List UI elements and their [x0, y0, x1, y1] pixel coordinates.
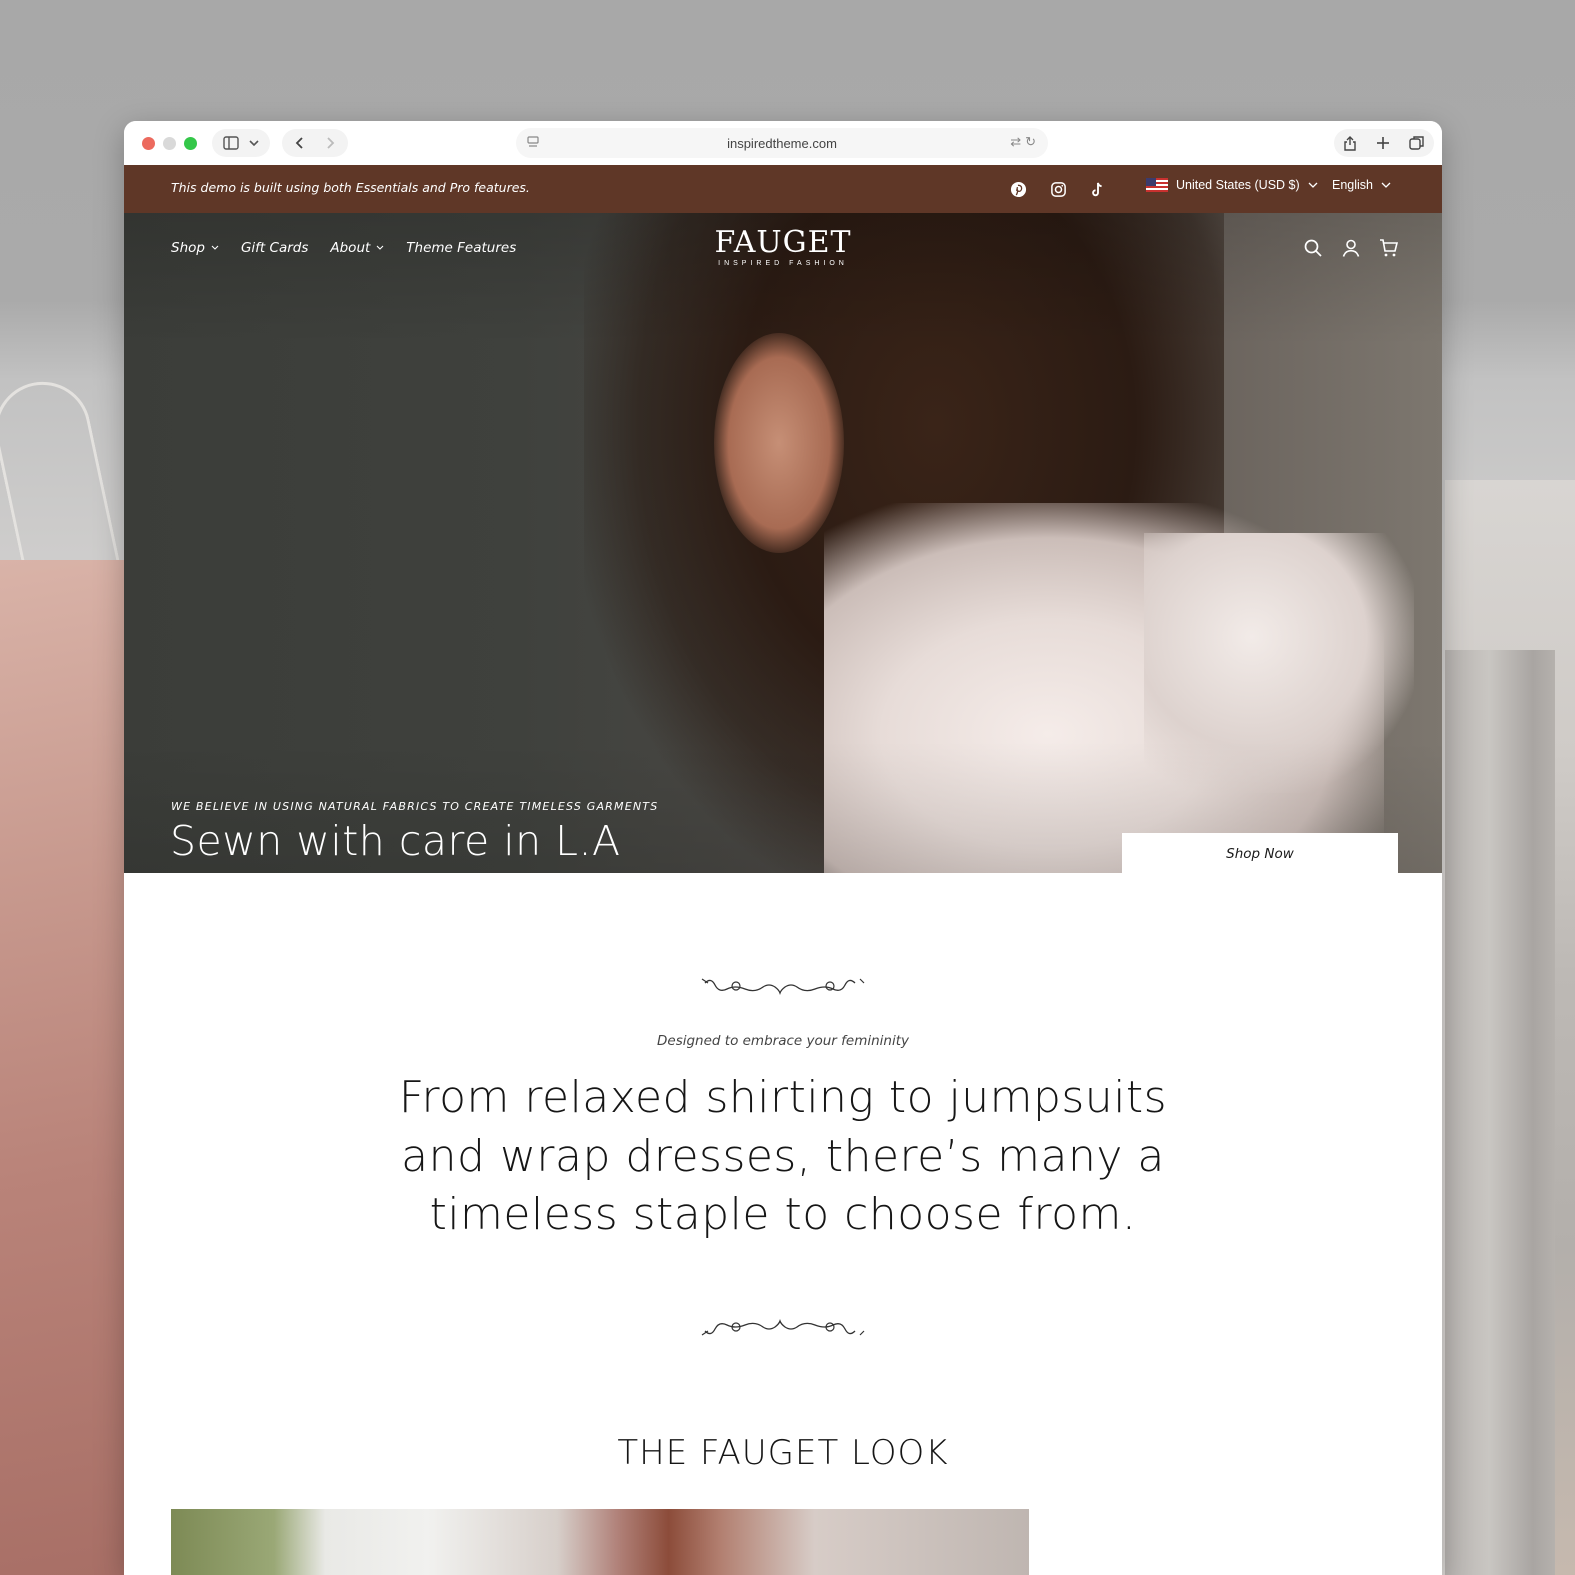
page-settings-icon[interactable] [526, 135, 540, 149]
header-actions [1303, 238, 1399, 258]
logo-tagline: INSPIRED FASHION [718, 260, 848, 267]
history-nav [282, 129, 348, 157]
country-label: United States (USD $) [1176, 178, 1300, 192]
ornament-divider-bottom [701, 1318, 865, 1336]
main-navigation: Shop Gift Cards About Theme Features [171, 240, 516, 256]
intro-tagline: Designed to embrace your femininity [657, 1033, 909, 1049]
announcement-text: This demo is built using both Essentials… [171, 180, 530, 195]
site-logo[interactable]: FAUGET INSPIRED FASHION [684, 225, 882, 268]
announcement-bar: This demo is built using both Essentials… [124, 165, 1442, 213]
chevron-down-icon [211, 245, 219, 250]
shop-now-button[interactable]: Shop Now [1122, 833, 1398, 873]
language-label: English [1332, 178, 1373, 192]
hero-banner: Shop Gift Cards About Theme Features FAU… [124, 213, 1442, 873]
tab-overview-icon[interactable] [1408, 135, 1425, 151]
translate-icon[interactable]: ⇄ [1010, 134, 1025, 149]
hero-overlay [124, 213, 1442, 873]
nav-gift-cards-label: Gift Cards [240, 240, 309, 256]
search-icon[interactable] [1303, 238, 1323, 258]
collection-title: THE FAUGET LOOK [617, 1433, 949, 1473]
maximize-window-button[interactable] [184, 137, 197, 150]
browser-toolbar: inspiredtheme.com ⇄↻ [124, 121, 1442, 166]
instagram-icon[interactable] [1048, 179, 1068, 199]
nav-about[interactable]: About [330, 240, 384, 256]
minimize-window-button[interactable] [163, 137, 176, 150]
reload-icon[interactable]: ↻ [1025, 134, 1040, 149]
sidebar-toggle-button[interactable] [212, 129, 270, 157]
look-image[interactable] [171, 1509, 1029, 1575]
nav-about-label: About [330, 240, 371, 256]
address-actions: ⇄↻ [1010, 134, 1040, 150]
new-tab-icon[interactable] [1376, 136, 1390, 150]
country-selector[interactable]: United States (USD $) [1146, 178, 1318, 192]
floral-dress-image [0, 560, 130, 1575]
hero-eyebrow: WE BELIEVE IN USING NATURAL FABRICS TO C… [171, 800, 659, 813]
hero-heading: Sewn with care in L.A [170, 817, 621, 865]
ornament-divider-top [701, 978, 865, 996]
chevron-down-icon [376, 245, 384, 250]
close-window-button[interactable] [142, 137, 155, 150]
logo-wordmark: FAUGET [714, 225, 852, 260]
language-selector[interactable]: English [1332, 178, 1391, 192]
nav-theme-features-label: Theme Features [406, 240, 517, 256]
address-bar[interactable]: inspiredtheme.com ⇄↻ [516, 128, 1048, 158]
browser-actions [1334, 129, 1434, 157]
account-icon[interactable] [1341, 238, 1361, 258]
chevron-down-icon [1308, 182, 1318, 188]
web-page: This demo is built using both Essentials… [124, 165, 1442, 1575]
url-text: inspiredtheme.com [727, 135, 837, 151]
us-flag-icon [1146, 178, 1168, 192]
share-icon[interactable] [1343, 135, 1357, 151]
nav-shop[interactable]: Shop [171, 240, 219, 256]
cart-icon[interactable] [1379, 238, 1399, 258]
browser-window: inspiredtheme.com ⇄↻ This demo is built [124, 121, 1442, 1575]
intro-text: From relaxed shirting to jumpsuits and w… [398, 1072, 1168, 1240]
pinterest-icon[interactable] [1008, 179, 1028, 199]
forward-icon[interactable] [324, 136, 336, 150]
chevron-down-icon [1382, 182, 1391, 188]
chevron-down-icon [249, 140, 259, 147]
sidebar-icon [223, 136, 239, 150]
nav-gift-cards[interactable]: Gift Cards [241, 240, 308, 256]
tiktok-icon[interactable] [1088, 179, 1108, 199]
nav-theme-features[interactable]: Theme Features [406, 240, 516, 256]
back-icon[interactable] [294, 136, 306, 150]
grey-garment-image [1445, 650, 1555, 1575]
nav-shop-label: Shop [171, 240, 205, 256]
